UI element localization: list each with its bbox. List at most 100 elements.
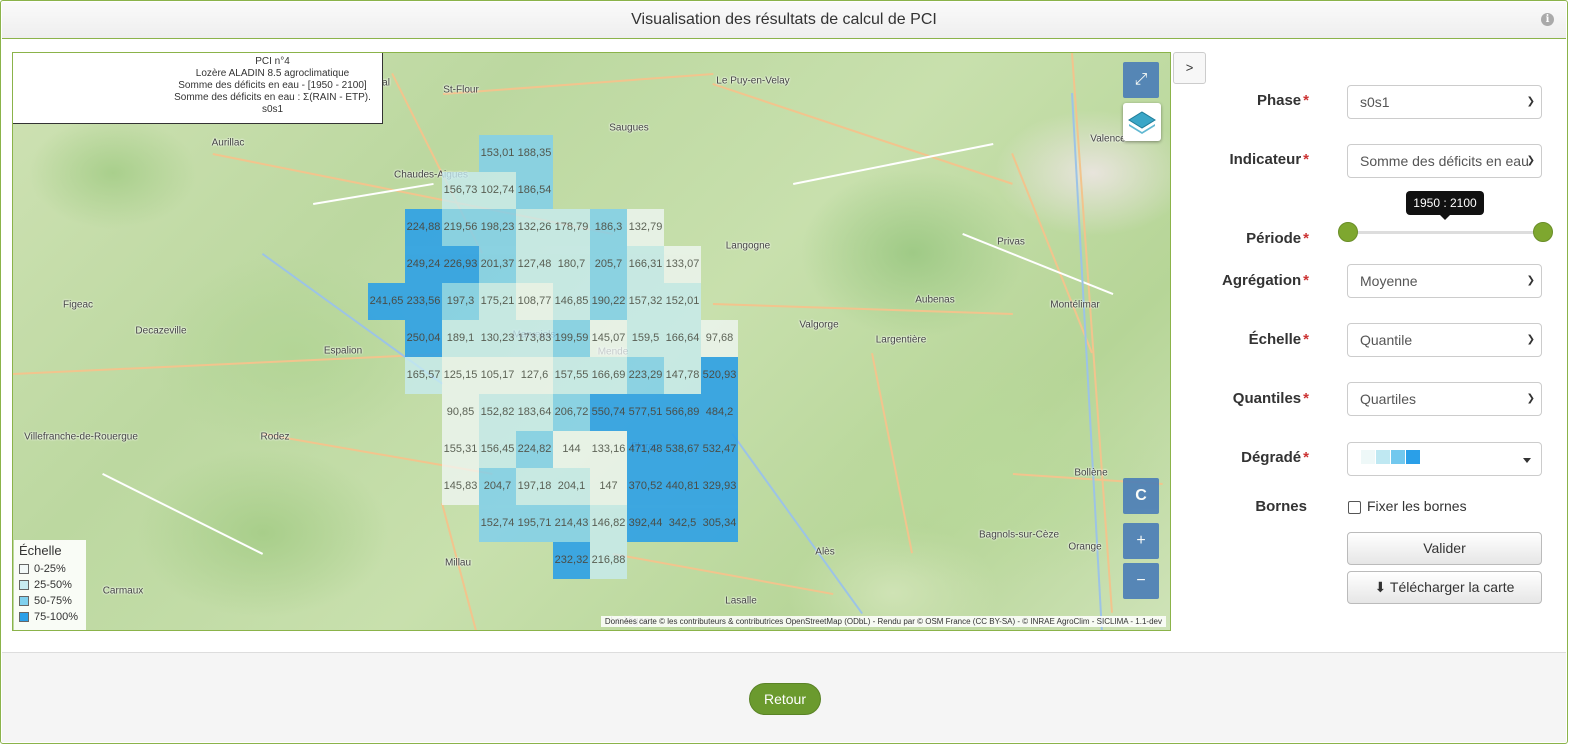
fixer-bornes-checkbox[interactable] [1348,501,1361,514]
pci-grid-cell[interactable]: 153,01 [479,135,516,172]
pci-grid-cell[interactable]: 152,74 [479,505,516,542]
center-button[interactable]: C [1123,478,1159,514]
degrade-select[interactable] [1347,442,1542,476]
pci-grid-cell[interactable]: 188,35 [516,135,553,172]
pci-grid-cell[interactable]: 180,7 [553,246,590,283]
pci-grid-cell[interactable]: 392,44 [627,505,664,542]
pci-grid-cell[interactable]: 186,54 [516,172,553,209]
map-view[interactable]: Aurillac Figeac Decazeville Rodez Millau Carm… [12,52,1171,631]
pci-grid-cell[interactable]: 178,79 [553,209,590,246]
pci-grid-cell[interactable]: 159,5 [627,320,664,357]
pci-grid-cell[interactable]: 133,07 [664,246,701,283]
fixer-bornes-label[interactable]: Fixer les bornes [1367,498,1467,514]
pci-grid-cell[interactable]: 205,7 [590,246,627,283]
pci-grid-cell[interactable]: 195,71 [516,505,553,542]
periode-slider-track[interactable] [1347,231,1543,234]
valider-button[interactable]: Valider [1347,532,1542,565]
telecharger-button[interactable]: ⬇ Télécharger la carte [1347,571,1542,604]
pci-grid-cell[interactable]: 224,82 [516,431,553,468]
pci-grid-cell[interactable]: 370,52 [627,468,664,505]
pci-grid-cell[interactable]: 173,83 [516,320,553,357]
pci-grid-cell[interactable]: 132,26 [516,209,553,246]
pci-grid-cell[interactable]: 190,22 [590,283,627,320]
pci-grid-cell[interactable]: 152,82 [479,394,516,431]
pci-grid-cell[interactable]: 105,17 [479,357,516,394]
pci-grid-cell[interactable]: 145,07 [590,320,627,357]
pci-grid-cell[interactable]: 520,93 [701,357,738,394]
pci-grid-cell[interactable]: 145,83 [442,468,479,505]
pci-grid-cell[interactable]: 566,89 [664,394,701,431]
pci-grid-cell[interactable]: 146,85 [553,283,590,320]
pci-grid-cell[interactable]: 204,7 [479,468,516,505]
pci-grid-cell[interactable]: 183,64 [516,394,553,431]
pci-grid-cell[interactable]: 156,73 [442,172,479,209]
pci-grid-cell[interactable]: 214,43 [553,505,590,542]
agregation-select[interactable]: Moyenne ❯ [1347,264,1542,298]
pci-grid-cell[interactable]: 484,2 [701,394,738,431]
phase-select[interactable]: s0s1 ❯ [1347,85,1542,119]
periode-slider-start-handle[interactable] [1338,222,1358,242]
pci-grid-cell[interactable]: 97,68 [701,320,738,357]
panel-toggle-button[interactable]: > [1173,52,1206,84]
pci-grid-cell[interactable]: 156,45 [479,431,516,468]
pci-grid-cell[interactable]: 165,57 [405,357,442,394]
pci-grid-cell[interactable]: 199,59 [553,320,590,357]
pci-grid-cell[interactable]: 133,16 [590,431,627,468]
retour-button[interactable]: Retour [749,683,821,715]
pci-grid-cell[interactable]: 198,23 [479,209,516,246]
pci-grid-cell[interactable]: 197,3 [442,283,479,320]
pci-grid-cell[interactable]: 223,29 [627,357,664,394]
pci-grid-cell[interactable]: 201,37 [479,246,516,283]
pci-grid-cell[interactable]: 550,74 [590,394,627,431]
pci-grid-cell[interactable]: 90,85 [442,394,479,431]
pci-grid-cell[interactable]: 166,69 [590,357,627,394]
pci-grid-cell[interactable]: 147 [590,468,627,505]
pci-grid-cell[interactable]: 224,88 [405,209,442,246]
pci-grid-cell[interactable]: 189,1 [442,320,479,357]
pci-grid-cell[interactable]: 329,93 [701,468,738,505]
pci-grid-cell[interactable]: 233,56 [405,283,442,320]
pci-grid-cell[interactable]: 197,18 [516,468,553,505]
pci-grid-cell[interactable]: 157,32 [627,283,664,320]
pci-grid-cell[interactable]: 144 [553,431,590,468]
pci-grid-cell[interactable]: 102,74 [479,172,516,209]
echelle-select[interactable]: Quantile ❯ [1347,323,1542,357]
indicateur-select[interactable]: Somme des déficits en eau ❯ [1347,144,1542,178]
info-icon[interactable]: i [1541,13,1554,26]
pci-grid-cell[interactable]: 186,3 [590,209,627,246]
pci-grid-cell[interactable]: 204,1 [553,468,590,505]
pci-grid-cell[interactable]: 155,31 [442,431,479,468]
pci-grid-cell[interactable]: 166,31 [627,246,664,283]
pci-grid-cell[interactable]: 219,56 [442,209,479,246]
pci-grid-cell[interactable]: 440,81 [664,468,701,505]
pci-grid-cell[interactable]: 305,34 [701,505,738,542]
pci-grid-cell[interactable]: 250,04 [405,320,442,357]
pci-grid-cell[interactable]: 471,48 [627,431,664,468]
pci-grid-cell[interactable]: 538,67 [664,431,701,468]
pci-grid-cell[interactable]: 125,15 [442,357,479,394]
pci-grid-cell[interactable]: 152,01 [664,283,701,320]
pci-grid-cell[interactable]: 130,23 [479,320,516,357]
zoom-out-button[interactable]: − [1123,563,1159,599]
pci-grid-cell[interactable]: 226,93 [442,246,479,283]
pci-grid-cell[interactable]: 127,6 [516,357,553,394]
map-attribution[interactable]: Données carte © les contributeurs & cont… [600,616,1166,627]
quantiles-select[interactable]: Quartiles ❯ [1347,382,1542,416]
zoom-in-button[interactable]: + [1123,523,1159,559]
pci-grid-cell[interactable]: 342,5 [664,505,701,542]
fullscreen-button[interactable]: ⤢ [1123,62,1159,98]
pci-grid-cell[interactable]: 206,72 [553,394,590,431]
pci-grid-cell[interactable]: 157,55 [553,357,590,394]
pci-grid-cell[interactable]: 532,47 [701,431,738,468]
periode-slider-end-handle[interactable] [1533,222,1553,242]
pci-grid-cell[interactable]: 232,32 [553,542,590,579]
pci-grid-cell[interactable]: 147,78 [664,357,701,394]
pci-grid-cell[interactable]: 241,65 [368,283,405,320]
layers-button[interactable] [1123,103,1161,141]
pci-grid-cell[interactable]: 132,79 [627,209,664,246]
pci-grid-cell[interactable]: 166,64 [664,320,701,357]
pci-grid-cell[interactable]: 216,88 [590,542,627,579]
pci-grid-cell[interactable]: 249,24 [405,246,442,283]
pci-grid-cell[interactable]: 108,77 [516,283,553,320]
pci-grid-cell[interactable]: 577,51 [627,394,664,431]
